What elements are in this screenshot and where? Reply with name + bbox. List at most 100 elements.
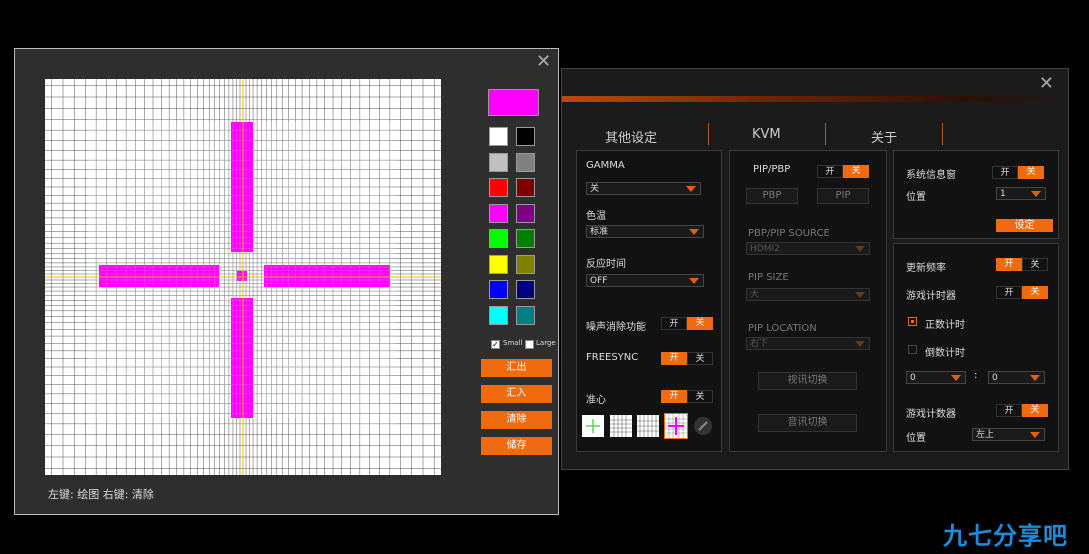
export-button[interactable]: 汇出 [481, 359, 552, 377]
pip-toggle[interactable]: 开关 [817, 165, 869, 178]
source-select[interactable]: HDMI2 [746, 242, 870, 255]
chevron-down-icon [855, 292, 865, 298]
color-swatch[interactable] [489, 178, 508, 197]
color-swatch[interactable] [489, 127, 508, 146]
video-switch-button[interactable]: 视讯切换 [758, 372, 857, 390]
color-palette [489, 127, 541, 332]
size-select[interactable]: 大 [746, 288, 870, 301]
toggle-off[interactable]: 关 [1022, 286, 1048, 299]
clear-button[interactable]: 清除 [481, 411, 552, 429]
save-button[interactable]: 储存 [481, 437, 552, 455]
toggle-on[interactable]: 开 [817, 165, 843, 178]
refresh-toggle[interactable]: 开关 [996, 258, 1048, 271]
time-colon: : [974, 370, 978, 381]
color-swatch[interactable] [489, 229, 508, 248]
toggle-on[interactable]: 开 [996, 404, 1022, 417]
color-swatch[interactable] [516, 203, 535, 223]
countup-radio[interactable] [908, 317, 917, 326]
noise-toggle[interactable]: 开关 [661, 317, 713, 330]
audio-switch-button[interactable]: 音讯切换 [758, 414, 857, 432]
gamma-select[interactable]: 关 [586, 182, 701, 195]
freesync-label: FREESYNC [586, 352, 639, 363]
chevron-down-icon [689, 229, 699, 235]
color-swatch[interactable] [489, 254, 508, 274]
timer-toggle[interactable]: 开关 [996, 286, 1048, 299]
import-button[interactable]: 汇入 [481, 385, 552, 403]
large-checkbox[interactable] [525, 340, 534, 349]
toggle-off[interactable]: 关 [843, 165, 869, 178]
small-label: Small [503, 339, 523, 347]
toggle-off[interactable]: 关 [687, 390, 713, 403]
color-swatch[interactable] [516, 127, 535, 146]
color-swatch[interactable] [489, 305, 508, 325]
color-temp-select[interactable]: 标准 [586, 225, 704, 238]
position-select[interactable]: 1 [996, 187, 1046, 200]
color-swatch[interactable] [489, 152, 508, 172]
crosshair-preset-3[interactable] [637, 415, 659, 437]
toggle-off[interactable]: 关 [1022, 258, 1048, 271]
crosshair-toggle[interactable]: 开关 [661, 390, 713, 403]
response-value: OFF [590, 276, 608, 286]
toggle-on[interactable]: 开 [661, 352, 687, 365]
toggle-on[interactable]: 开 [996, 286, 1022, 299]
chevron-down-icon [855, 341, 865, 347]
seconds-select[interactable]: 0 [988, 371, 1045, 384]
crosshair-preset-custom[interactable] [664, 413, 688, 439]
pip-label: PIP/PBP [753, 164, 791, 175]
crosshair-preset-1[interactable] [582, 415, 604, 437]
small-checkbox[interactable]: ✓ [491, 340, 500, 349]
set-button[interactable]: 设定 [996, 219, 1053, 232]
countdown-radio[interactable] [908, 345, 917, 354]
sysinfo-panel: 系统信息窗 开关 位置 1 设定 [893, 150, 1059, 239]
countdown-label: 倒数计时 [925, 348, 965, 359]
gamma-value: 关 [590, 184, 600, 194]
location-select[interactable]: 右下 [746, 337, 870, 350]
crosshair-right-arm [264, 265, 390, 287]
tab-about[interactable]: 关于 [871, 127, 897, 146]
color-swatch[interactable] [516, 152, 535, 172]
counter-toggle[interactable]: 开关 [996, 404, 1048, 417]
color-swatch[interactable] [516, 254, 535, 274]
color-swatch[interactable] [516, 280, 535, 299]
toggle-off[interactable]: 关 [1018, 166, 1044, 179]
sysinfo-toggle[interactable]: 开关 [992, 166, 1044, 179]
crosshair-preset-2[interactable] [610, 415, 632, 437]
noise-label: 噪声消除功能 [586, 322, 646, 333]
toggle-on[interactable]: 开 [992, 166, 1018, 179]
color-swatch[interactable] [516, 178, 535, 197]
minutes-select[interactable]: 0 [906, 371, 966, 384]
toggle-off[interactable]: 关 [687, 317, 713, 330]
mouse-hint: 左键: 绘图 右键: 清除 [48, 488, 154, 501]
tab-divider [708, 123, 709, 145]
editor-close-icon[interactable]: ✕ [536, 53, 551, 71]
crosshair-center-dot [237, 271, 247, 281]
counter-pos-select[interactable]: 左上 [972, 428, 1045, 441]
gamma-label: GAMMA [586, 160, 625, 171]
pbp-button[interactable]: PBP [746, 188, 798, 204]
color-swatch[interactable] [489, 280, 508, 299]
location-value: 右下 [750, 339, 769, 349]
color-swatch[interactable] [516, 229, 535, 248]
counter-pos-label: 位置 [906, 433, 926, 444]
freesync-toggle[interactable]: 开关 [661, 352, 713, 365]
color-swatch[interactable] [489, 203, 508, 223]
toggle-on[interactable]: 开 [661, 317, 687, 330]
pip-button[interactable]: PIP [817, 188, 869, 204]
drawing-canvas[interactable] [45, 79, 441, 475]
edit-crosshair-button[interactable] [694, 417, 712, 435]
response-select[interactable]: OFF [586, 274, 704, 287]
display-panel: GAMMA 关 色温 标准 反应时间 OFF 噪声消除功能 开关 FREESYN… [576, 150, 722, 452]
size-label: PIP SIZE [748, 272, 789, 283]
source-label: PBP/PIP SOURCE [748, 228, 830, 239]
pixel-grid[interactable] [45, 79, 441, 475]
toggle-off[interactable]: 关 [687, 352, 713, 365]
tab-kvm[interactable]: KVM [752, 127, 781, 142]
toggle-off[interactable]: 关 [1022, 404, 1048, 417]
position-label: 位置 [906, 192, 926, 203]
toggle-on[interactable]: 开 [661, 390, 687, 403]
toggle-on[interactable]: 开 [996, 258, 1022, 271]
tab-divider [825, 123, 826, 145]
color-swatch[interactable] [516, 305, 535, 325]
tab-other-settings[interactable]: 其他设定 [605, 127, 657, 146]
settings-close-icon[interactable]: ✕ [1039, 75, 1054, 93]
